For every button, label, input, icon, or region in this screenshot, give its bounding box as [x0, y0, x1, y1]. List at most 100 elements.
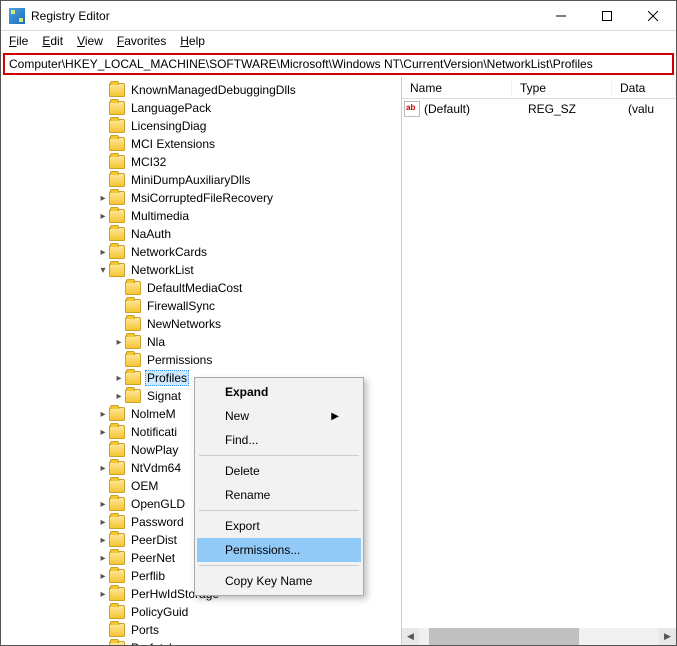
menu-separator [199, 510, 359, 511]
folder-icon [125, 281, 141, 295]
menu-rename[interactable]: Rename [197, 483, 361, 507]
column-data[interactable]: Data [612, 81, 676, 95]
values-list[interactable]: ab (Default) REG_SZ (valu [402, 99, 676, 628]
menu-separator [199, 565, 359, 566]
expand-icon[interactable]: ▸ [97, 247, 109, 258]
expand-icon[interactable]: ▸ [97, 535, 109, 546]
tree-item[interactable]: Permissions [1, 351, 401, 369]
menu-new[interactable]: New▶ [197, 404, 361, 428]
expand-icon[interactable]: ▸ [113, 391, 125, 402]
column-type[interactable]: Type [512, 81, 612, 95]
folder-icon [109, 479, 125, 493]
tree-item-label: LanguagePack [129, 101, 213, 115]
menu-file[interactable]: File [9, 34, 28, 48]
expand-icon[interactable]: ▸ [97, 211, 109, 222]
folder-icon [125, 335, 141, 349]
expand-icon[interactable]: ▸ [97, 553, 109, 564]
expand-icon[interactable]: ▸ [97, 517, 109, 528]
tree-item-label: MCI Extensions [129, 137, 217, 151]
tree-item-label: NewNetworks [145, 317, 223, 331]
column-headers[interactable]: Name Type Data [402, 77, 676, 99]
collapse-icon[interactable]: ▾ [97, 265, 109, 276]
column-name[interactable]: Name [402, 81, 512, 95]
tree-item[interactable]: ▸Multimedia [1, 207, 401, 225]
minimize-button[interactable] [538, 1, 584, 31]
address-bar[interactable]: Computer\HKEY_LOCAL_MACHINE\SOFTWARE\Mic… [3, 53, 674, 75]
expand-icon[interactable]: ▸ [113, 373, 125, 384]
menu-export[interactable]: Export [197, 514, 361, 538]
menu-edit[interactable]: Edit [42, 34, 63, 48]
tree-item[interactable]: FirewallSync [1, 297, 401, 315]
menu-expand[interactable]: Expand [197, 380, 361, 404]
menu-view[interactable]: View [77, 34, 103, 48]
tree-item[interactable]: PolicyGuid [1, 603, 401, 621]
expand-icon[interactable]: ▸ [113, 337, 125, 348]
folder-icon [109, 155, 125, 169]
folder-icon [109, 623, 125, 637]
menu-delete[interactable]: Delete [197, 459, 361, 483]
tree-item[interactable]: DefaultMediaCost [1, 279, 401, 297]
folder-icon [125, 371, 141, 385]
tree-item-label: NetworkList [129, 263, 196, 277]
tree-item-label: Profiles [145, 370, 189, 386]
titlebar[interactable]: Registry Editor [1, 1, 676, 31]
tree-item-label: NtVdm64 [129, 461, 183, 475]
folder-icon [109, 515, 125, 529]
menu-help[interactable]: Help [180, 34, 205, 48]
tree-item-label: Ports [129, 623, 161, 637]
maximize-button[interactable] [584, 1, 630, 31]
tree-item-label: Perflib [129, 569, 167, 583]
tree-item-label: NaAuth [129, 227, 173, 241]
expand-icon[interactable]: ▸ [97, 427, 109, 438]
folder-icon [109, 605, 125, 619]
expand-icon[interactable]: ▸ [97, 463, 109, 474]
scroll-left-button[interactable]: ◀ [402, 628, 419, 645]
string-value-icon: ab [404, 101, 420, 117]
folder-icon [125, 353, 141, 367]
expand-icon[interactable]: ▸ [97, 499, 109, 510]
tree-item-label: MiniDumpAuxiliaryDlls [129, 173, 252, 187]
folder-icon [109, 425, 125, 439]
expand-icon[interactable]: ▸ [97, 409, 109, 420]
tree-item-label: MsiCorruptedFileRecovery [129, 191, 275, 205]
tree-item[interactable]: LanguagePack [1, 99, 401, 117]
tree-item[interactable]: LicensingDiag [1, 117, 401, 135]
tree-item[interactable]: NaAuth [1, 225, 401, 243]
tree-item[interactable]: MCI Extensions [1, 135, 401, 153]
expand-icon[interactable]: ▸ [97, 571, 109, 582]
folder-icon [109, 83, 125, 97]
tree-item-label: KnownManagedDebuggingDlls [129, 83, 298, 97]
folder-icon [109, 461, 125, 475]
tree-item[interactable]: KnownManagedDebuggingDlls [1, 81, 401, 99]
tree-item[interactable]: Ports [1, 621, 401, 639]
menu-permissions[interactable]: Permissions... [197, 538, 361, 562]
regedit-icon [9, 8, 25, 24]
horizontal-scrollbar[interactable]: ◀ ▶ [402, 628, 676, 645]
value-row[interactable]: ab (Default) REG_SZ (valu [402, 99, 676, 119]
expand-icon[interactable]: ▸ [97, 589, 109, 600]
folder-icon [109, 497, 125, 511]
menu-favorites[interactable]: Favorites [117, 34, 166, 48]
folder-icon [109, 245, 125, 259]
tree-item[interactable]: ▸ MsiCorruptedFileRecovery [1, 189, 401, 207]
value-name: (Default) [424, 102, 528, 116]
tree-item[interactable]: MiniDumpAuxiliaryDlls [1, 171, 401, 189]
tree-item[interactable]: MCI32 [1, 153, 401, 171]
folder-icon [109, 119, 125, 133]
close-button[interactable] [630, 1, 676, 31]
folder-icon [125, 299, 141, 313]
scroll-right-button[interactable]: ▶ [659, 628, 676, 645]
folder-icon [109, 137, 125, 151]
tree-item-label: NowPlay [129, 443, 180, 457]
tree-item[interactable]: Prefetcher [1, 639, 401, 645]
expand-icon[interactable]: ▸ [97, 193, 109, 204]
menu-copy-key-name[interactable]: Copy Key Name [197, 569, 361, 593]
values-pane: Name Type Data ab (Default) REG_SZ (valu… [401, 77, 676, 645]
menu-find[interactable]: Find... [197, 428, 361, 452]
tree-item[interactable]: ▸Nla [1, 333, 401, 351]
tree-item[interactable]: ▾ NetworkList [1, 261, 401, 279]
folder-icon [109, 551, 125, 565]
tree-item[interactable]: NewNetworks [1, 315, 401, 333]
folder-icon [109, 587, 125, 601]
tree-item[interactable]: ▸NetworkCards [1, 243, 401, 261]
